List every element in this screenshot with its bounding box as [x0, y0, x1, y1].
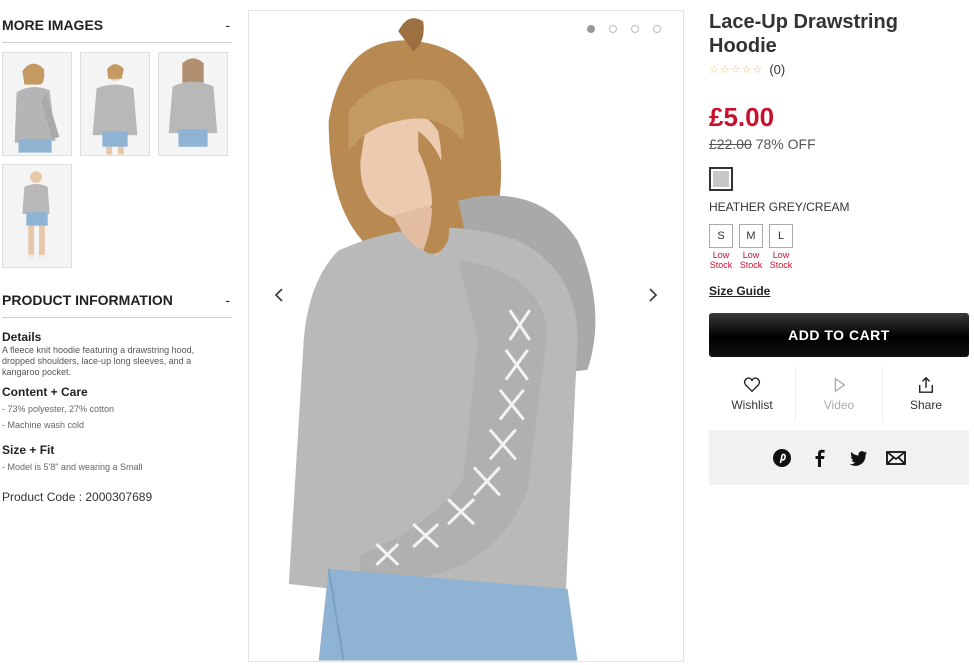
product-title: Lace-Up Drawstring Hoodie [709, 11, 898, 57]
details-title: Details [2, 330, 42, 344]
thumbnail-image [3, 165, 71, 267]
stock-status: Low Stock [739, 250, 763, 270]
star-rating-icon: ☆☆☆☆☆ [709, 64, 764, 76]
swatch-fill [713, 171, 729, 187]
share-button[interactable]: Share [882, 366, 969, 422]
thumbnail-image [81, 53, 149, 155]
color-name: HEATHER GREY/CREAM [709, 200, 850, 214]
content-care-title: Content + Care [2, 385, 88, 399]
main-product-image[interactable] [248, 10, 684, 662]
product-information-header[interactable]: PRODUCT INFORMATION - [2, 292, 232, 318]
review-count: (0) [769, 62, 786, 77]
size-option-m[interactable]: M Low Stock [739, 224, 763, 270]
thumbnail-4[interactable] [2, 164, 72, 268]
thumbnail-1[interactable] [2, 52, 72, 156]
thumbnail-3[interactable] [158, 52, 228, 156]
chevron-left-icon[interactable] [271, 287, 287, 303]
carousel-dots [587, 25, 661, 33]
product-code: Product Code : 2000307689 [2, 490, 153, 504]
carousel-dot-4[interactable] [653, 25, 661, 33]
sale-price: £5.00 [709, 102, 775, 132]
product-actions: Wishlist Video Share [709, 366, 969, 422]
add-to-cart-button[interactable]: ADD TO CART [709, 313, 969, 357]
thumbnail-image [3, 53, 71, 155]
content-care-line: - 73% polyester, 27% cotton [2, 404, 115, 414]
heart-icon [743, 377, 761, 393]
stock-status-line: Stock [709, 260, 733, 270]
more-images-section: MORE IMAGES - [2, 17, 232, 43]
email-icon[interactable] [886, 448, 906, 468]
original-price: £22.00 [709, 136, 752, 152]
stock-status-line: Low [742, 250, 760, 260]
facebook-icon[interactable] [810, 448, 830, 468]
pinterest-icon[interactable] [772, 448, 792, 468]
stock-status-line: Stock [739, 260, 763, 270]
carousel-dot-1[interactable] [587, 25, 595, 33]
stock-status-line: Low [772, 250, 790, 260]
size-label[interactable]: L [769, 224, 793, 248]
color-swatch[interactable] [709, 167, 733, 191]
video-label: Video [823, 398, 855, 412]
collapse-toggle[interactable]: - [225, 17, 232, 33]
share-icon [918, 376, 934, 393]
size-fit-line: - Model is 5'8" and wearing a Small [2, 462, 143, 472]
rating[interactable]: ☆☆☆☆☆ (0) [709, 62, 785, 77]
wishlist-label: Wishlist [731, 398, 773, 412]
size-fit-title: Size + Fit [2, 443, 55, 457]
thumbnail-image [159, 53, 227, 155]
twitter-icon[interactable] [848, 448, 868, 468]
share-label: Share [909, 398, 943, 412]
product-information-heading: PRODUCT INFORMATION [2, 292, 173, 308]
details-text: A fleece knit hoodie featuring a drawstr… [2, 345, 195, 377]
discount-label: 78% OFF [755, 136, 816, 152]
stock-status-line: Low [712, 250, 730, 260]
product-photo [249, 11, 683, 661]
video-button[interactable]: Video [795, 366, 882, 422]
stock-status: Low Stock [769, 250, 793, 270]
product-information-section: PRODUCT INFORMATION - [2, 292, 232, 318]
chevron-right-icon[interactable] [645, 287, 661, 303]
carousel-dot-3[interactable] [631, 25, 639, 33]
thumbnail-2[interactable] [80, 52, 150, 156]
stock-status: Low Stock [709, 250, 733, 270]
original-price-block: £22.00 78% OFF [709, 136, 816, 152]
details-block: Details A fleece knit hoodie featuring a… [2, 330, 222, 378]
size-option-s[interactable]: S Low Stock [709, 224, 733, 270]
play-icon [834, 377, 846, 393]
wishlist-button[interactable]: Wishlist [709, 366, 795, 422]
carousel-dot-2[interactable] [609, 25, 617, 33]
size-label[interactable]: S [709, 224, 733, 248]
size-option-l[interactable]: L Low Stock [769, 224, 793, 270]
stock-status-line: Stock [769, 260, 793, 270]
content-care-line: - Machine wash cold [2, 420, 85, 430]
size-label[interactable]: M [739, 224, 763, 248]
size-selector: S Low Stock M Low Stock L Low Stock [709, 224, 793, 270]
more-images-heading: MORE IMAGES [2, 17, 104, 33]
more-images-header[interactable]: MORE IMAGES - [2, 17, 232, 43]
collapse-toggle[interactable]: - [225, 292, 232, 308]
social-share-bar [709, 430, 969, 485]
size-guide-link[interactable]: Size Guide [709, 284, 770, 298]
